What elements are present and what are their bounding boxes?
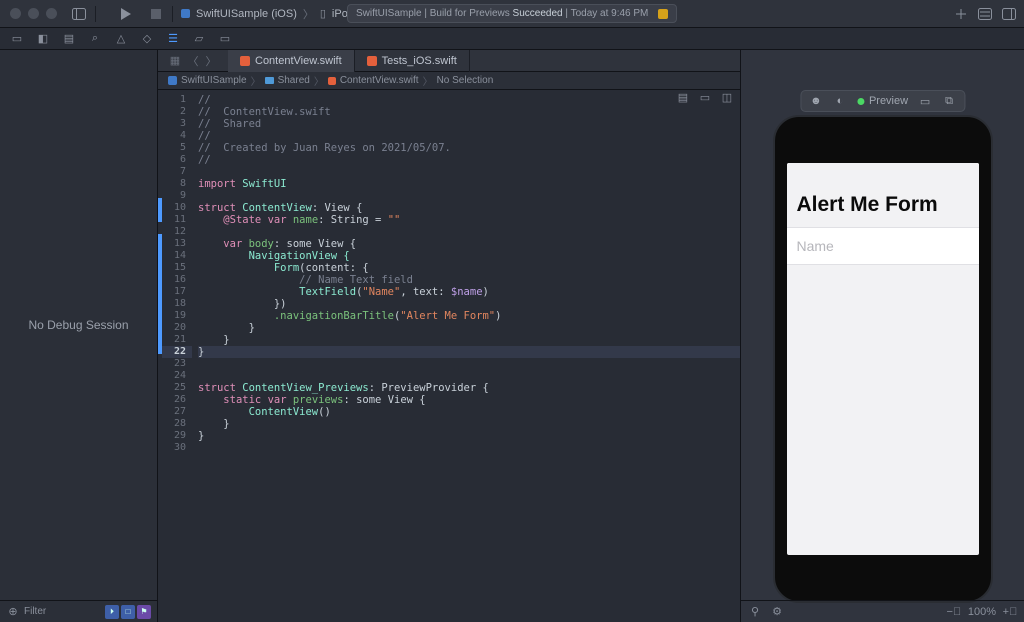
- editor-area: ▦ 〈 〉 ContentView.swift Tests_iOS.swift …: [158, 50, 740, 622]
- filter-chip-3[interactable]: ⚑: [137, 605, 151, 619]
- find-icon[interactable]: ⌕: [88, 32, 102, 46]
- zoom-out-icon[interactable]: −⃝: [948, 606, 960, 618]
- tab-label: ContentView.swift: [255, 55, 342, 67]
- editor-options-icon[interactable]: [978, 7, 992, 21]
- crumb-project[interactable]: SwiftUISample: [181, 75, 247, 86]
- assistant-icon[interactable]: ◫: [720, 90, 734, 104]
- swift-file-icon: [328, 77, 336, 85]
- forward-icon[interactable]: 〉: [204, 54, 218, 68]
- status-result: Succeeded: [513, 8, 563, 19]
- status-dot-icon: [857, 98, 864, 105]
- add-editor-icon[interactable]: [954, 7, 968, 21]
- duplicate-icon[interactable]: ⧉: [942, 94, 956, 108]
- status-time: | Today at 9:46 PM: [563, 8, 649, 19]
- tab-tests[interactable]: Tests_iOS.swift: [355, 50, 470, 72]
- adjust-editor-icon[interactable]: ▭: [698, 90, 712, 104]
- zoom-in-icon[interactable]: +⃝: [1004, 606, 1016, 618]
- filter-placeholder: Filter: [24, 606, 46, 617]
- canvas-footer: ⚲ ⚙ −⃝ 100% +⃝: [741, 600, 1024, 622]
- related-items-icon[interactable]: ▦: [168, 54, 182, 68]
- project-icon: [181, 9, 190, 18]
- debug-navigator-icon[interactable]: ☰: [166, 32, 180, 46]
- project-navigator-icon[interactable]: ▭: [10, 32, 24, 46]
- status-prefix: SwiftUISample | Build for Previews: [356, 8, 513, 19]
- minimap-icon[interactable]: ▤: [676, 90, 690, 104]
- live-icon[interactable]: ◐: [833, 94, 847, 108]
- toggle-navigator-icon[interactable]: [71, 6, 87, 22]
- filter-chip-2[interactable]: □: [121, 605, 135, 619]
- textfield-placeholder: Name: [797, 238, 834, 254]
- issues-icon[interactable]: △: [114, 32, 128, 46]
- device-settings-icon[interactable]: ▭: [918, 94, 932, 108]
- device-icon: ▯: [320, 7, 326, 20]
- filter-icon: ⊕: [6, 605, 20, 619]
- source-editor[interactable]: ▤ ▭ ◫ 1234567891011121314151617181920212…: [158, 90, 740, 622]
- crumb-selection[interactable]: No Selection: [437, 75, 494, 86]
- warning-icon[interactable]: [658, 9, 668, 19]
- crumb-file[interactable]: ContentView.swift: [340, 75, 419, 86]
- swift-file-icon: [240, 56, 250, 66]
- stop-icon[interactable]: [148, 6, 164, 22]
- filter-chip-1[interactable]: ⏵: [105, 605, 119, 619]
- preview-button[interactable]: Preview: [857, 95, 908, 107]
- tab-label: Tests_iOS.swift: [382, 55, 457, 67]
- close-window-icon[interactable]: [10, 8, 21, 19]
- navigator-selector-bar: ▭ ◧ ▤ ⌕ △ ◇ ☰ ▱ ▭: [0, 28, 1024, 50]
- no-debug-message: No Debug Session: [0, 50, 157, 600]
- minimize-window-icon[interactable]: [28, 8, 39, 19]
- jump-bar[interactable]: SwiftUISample 〉 Shared 〉 ContentView.swi…: [158, 72, 740, 90]
- navigator-footer: ⊕ Filter ⏵ □ ⚑: [0, 600, 157, 622]
- filter-field[interactable]: ⊕ Filter: [6, 605, 46, 619]
- settings-icon[interactable]: ⚙: [771, 606, 783, 618]
- swift-file-icon: [367, 56, 377, 66]
- toggle-inspectors-icon[interactable]: [1002, 7, 1016, 21]
- crumb-folder[interactable]: Shared: [278, 75, 310, 86]
- debug-navigator: No Debug Session ⊕ Filter ⏵ □ ⚑: [0, 50, 158, 622]
- window-titlebar: SwiftUISample (iOS) 〉 ▯ iPod touch (7th …: [0, 0, 1024, 28]
- preview-canvas: ☻ ◐ Preview ▭ ⧉ Alert Me Form Name ⚲ ⚙: [740, 50, 1024, 622]
- reports-icon[interactable]: ▭: [218, 32, 232, 46]
- breakpoints-icon[interactable]: ▱: [192, 32, 206, 46]
- project-icon: [168, 76, 177, 85]
- canvas-toolbar: ☻ ◐ Preview ▭ ⧉: [800, 90, 965, 112]
- tests-icon[interactable]: ◇: [140, 32, 154, 46]
- inspect-icon[interactable]: ☻: [809, 94, 823, 108]
- form-nav-title: Alert Me Form: [787, 163, 979, 227]
- zoom-value[interactable]: 100%: [968, 606, 996, 618]
- tab-contentview[interactable]: ContentView.swift: [228, 50, 355, 72]
- device-screen[interactable]: Alert Me Form Name: [787, 163, 979, 555]
- source-control-icon[interactable]: ◧: [36, 32, 50, 46]
- activity-viewer[interactable]: SwiftUISample | Build for Previews Succe…: [347, 4, 677, 23]
- scheme-name: SwiftUISample (iOS): [196, 8, 297, 20]
- chevron-right-icon: 〉: [303, 6, 314, 22]
- pin-icon[interactable]: ⚲: [749, 606, 761, 618]
- line-gutter[interactable]: 1234567891011121314151617181920212223242…: [162, 90, 192, 622]
- folder-icon: [265, 77, 274, 84]
- code-content[interactable]: //// ContentView.swift// Shared//// Crea…: [192, 90, 740, 622]
- window-traffic-lights[interactable]: [10, 8, 57, 19]
- run-icon[interactable]: [118, 6, 134, 22]
- zoom-window-icon[interactable]: [46, 8, 57, 19]
- name-textfield[interactable]: Name: [787, 227, 979, 265]
- preview-label: Preview: [869, 95, 908, 107]
- editor-tabbar: ▦ 〈 〉 ContentView.swift Tests_iOS.swift: [158, 50, 740, 72]
- device-frame: Alert Me Form Name: [773, 115, 993, 603]
- back-icon[interactable]: 〈: [186, 54, 200, 68]
- symbols-icon[interactable]: ▤: [62, 32, 76, 46]
